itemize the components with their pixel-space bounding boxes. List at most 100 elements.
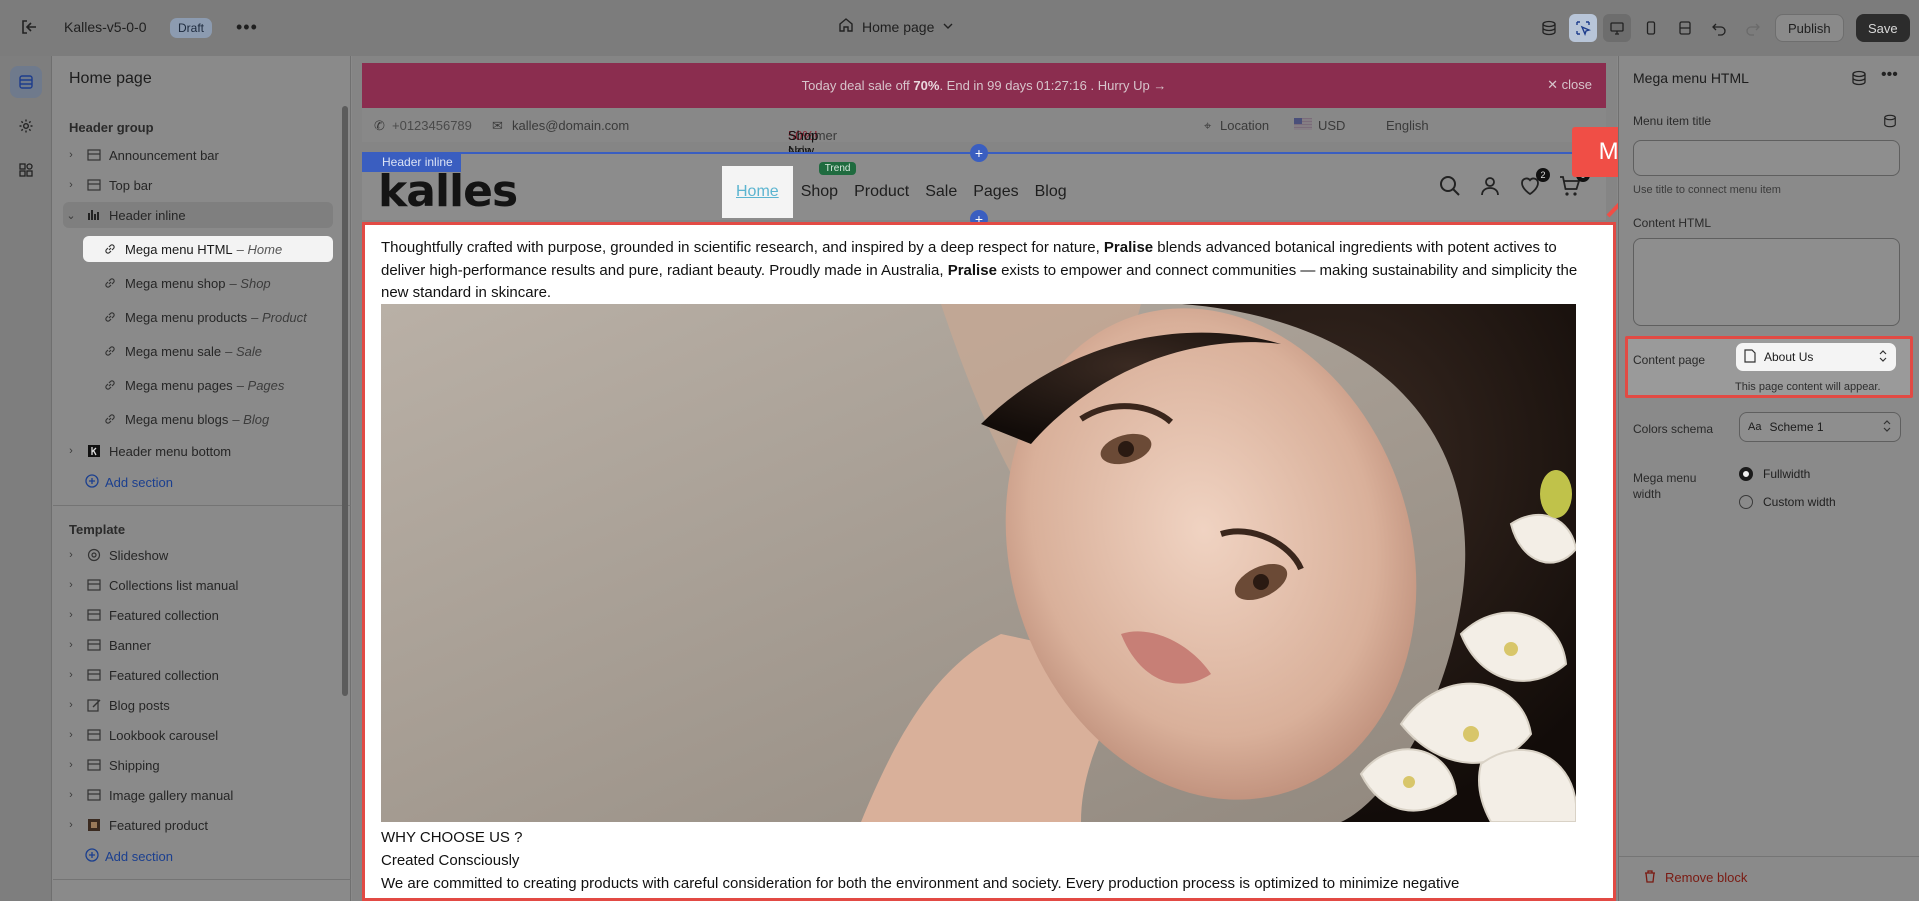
sidebar-item-mega-menu-sale[interactable]: Mega menu sale – Sale	[83, 338, 333, 364]
phone-icon: ✆	[374, 118, 385, 133]
sidebar-scrollbar[interactable]	[342, 106, 348, 696]
more-actions-icon[interactable]: •••	[236, 17, 258, 38]
sidebar-item-lookbook-carousel[interactable]: › Lookbook carousel	[63, 722, 333, 748]
add-section-link[interactable]: Add section	[85, 474, 173, 491]
chevron-right-icon[interactable]: ›	[63, 179, 79, 191]
save-button[interactable]: Save	[1856, 14, 1910, 42]
sidebar-item-featured-product[interactable]: › Featured product	[63, 812, 333, 838]
content-page-select[interactable]: About Us	[1735, 342, 1897, 372]
chevron-right-icon[interactable]: ›	[63, 789, 79, 801]
chevron-right-icon[interactable]: ›	[63, 669, 79, 681]
product-icon	[85, 818, 103, 832]
sidebar-item-top-bar[interactable]: › Top bar	[63, 172, 333, 198]
chevron-down-icon[interactable]: ⌄	[63, 209, 79, 222]
sidebar-item-featured-collection-2[interactable]: › Featured collection	[63, 662, 333, 688]
chevron-right-icon[interactable]: ›	[63, 149, 79, 161]
chevron-right-icon[interactable]: ›	[63, 609, 79, 621]
sidebar-item-announcement-bar[interactable]: › Announcement bar	[63, 142, 333, 168]
nav-item-product[interactable]: Product	[846, 166, 917, 218]
sidebar-item-header-inline[interactable]: ⌄ Header inline	[63, 202, 333, 228]
cart-icon[interactable]: 0	[1558, 168, 1590, 201]
sidebar-item-collections-list-manual[interactable]: › Collections list manual	[63, 572, 333, 598]
chevron-right-icon[interactable]: ›	[63, 445, 79, 457]
link-icon	[101, 242, 119, 256]
chevron-right-icon[interactable]: ›	[63, 729, 79, 741]
fullscreen-icon[interactable]	[1671, 14, 1699, 42]
sidebar-item-header-menu-bottom[interactable]: › Header menu bottom	[63, 438, 333, 464]
database-icon[interactable]	[1851, 70, 1867, 89]
sidebar-item-blog-posts[interactable]: › Blog posts	[63, 692, 333, 718]
template-heading: Template	[69, 522, 126, 537]
page-icon	[1744, 348, 1756, 366]
remove-block-button[interactable]: Remove block	[1643, 869, 1747, 886]
sidebar-item-mega-menu-shop[interactable]: Mega menu shop – Shop	[83, 270, 333, 296]
email-address[interactable]: kalles@domain.com	[512, 118, 629, 133]
add-block-plus-icon[interactable]: +	[970, 144, 988, 162]
language-select[interactable]: English	[1386, 118, 1429, 133]
currency-select[interactable]: USD	[1318, 118, 1345, 133]
apps-icon[interactable]	[10, 154, 42, 186]
add-section-link[interactable]: Add section	[85, 848, 173, 865]
phone-number[interactable]: +0123456789	[392, 118, 472, 133]
search-icon[interactable]	[1438, 174, 1462, 201]
account-icon[interactable]	[1478, 174, 1502, 201]
desktop-view-icon[interactable]	[1603, 14, 1631, 42]
sidebar-item-featured-collection[interactable]: › Featured collection	[63, 602, 333, 628]
sidebar-item-mega-menu-html[interactable]: Mega menu HTML – Home	[83, 236, 333, 262]
draft-badge: Draft	[170, 18, 213, 38]
content-html-textarea[interactable]	[1633, 238, 1900, 326]
sidebar-item-shipping[interactable]: › Shipping	[63, 752, 333, 778]
nav-item-sale[interactable]: Sale	[917, 166, 965, 218]
chevron-down-icon	[942, 19, 954, 35]
radio-custom-width[interactable]: Custom width	[1739, 495, 1836, 509]
wishlist-icon[interactable]: 2	[1518, 168, 1550, 201]
link-icon	[101, 276, 119, 290]
sidebar-item-label: Mega menu blogs	[125, 411, 229, 427]
location-link[interactable]: Location	[1220, 118, 1269, 133]
chevron-right-icon[interactable]: ›	[63, 639, 79, 651]
content-page-value: About Us	[1764, 350, 1814, 364]
sidebar-item-label: Slideshow	[109, 547, 169, 563]
sidebar-item-mega-menu-blogs[interactable]: Mega menu blogs – Blog	[83, 406, 333, 432]
sidebar-item-image-gallery-manual[interactable]: › Image gallery manual	[63, 782, 333, 808]
chevron-right-icon[interactable]: ›	[63, 819, 79, 831]
database-icon[interactable]	[1535, 14, 1563, 42]
undo-icon[interactable]	[1705, 14, 1733, 42]
nav-item-home[interactable]: Home	[722, 166, 793, 218]
nav-item-blog[interactable]: Blog	[1027, 166, 1075, 218]
select-arrows-icon	[1882, 419, 1892, 435]
sidebar-item-mega-menu-pages[interactable]: Mega menu pages – Pages	[83, 372, 333, 398]
chevron-right-icon[interactable]: ›	[63, 549, 79, 561]
more-actions-icon[interactable]: •••	[1881, 66, 1898, 84]
sidebar-item-banner[interactable]: › Banner	[63, 632, 333, 658]
settings-gear-icon[interactable]	[10, 110, 42, 142]
announcement-close-button[interactable]: ✕ close	[1547, 77, 1592, 93]
nav-item-shop[interactable]: Trend Shop	[793, 162, 857, 218]
sections-icon[interactable]	[10, 66, 42, 98]
exit-icon[interactable]	[18, 16, 40, 38]
sidebar-item-slideshow[interactable]: › Slideshow	[63, 542, 333, 568]
page-selector[interactable]: Home page	[838, 17, 954, 36]
dynamic-source-icon[interactable]	[1883, 114, 1897, 131]
announcement-bar[interactable]: Today deal sale off 70%. End in 99 days …	[362, 63, 1606, 108]
publish-button[interactable]: Publish	[1775, 14, 1844, 42]
sidebar-item-label: Mega menu HTML	[125, 241, 233, 257]
sidebar-item-mega-menu-products[interactable]: Mega menu products – Product	[83, 304, 333, 330]
redo-icon[interactable]	[1739, 14, 1767, 42]
menu-item-title-input[interactable]	[1633, 140, 1900, 176]
chevron-right-icon[interactable]: ›	[63, 579, 79, 591]
inspector-icon[interactable]	[1569, 14, 1597, 42]
top-bar-preview: ✆ +0123456789 ✉ kalles@domain.com Summer…	[362, 108, 1606, 188]
radio-fullwidth[interactable]: Fullwidth	[1739, 467, 1810, 481]
store-logo[interactable]: kalles	[378, 166, 518, 217]
content-page-highlight: Content page About Us This page content …	[1625, 336, 1913, 398]
mobile-view-icon[interactable]	[1637, 14, 1665, 42]
layout-icon	[85, 608, 103, 622]
main-nav: Home Trend Shop Product Sale Pages Blog	[722, 162, 1075, 218]
colors-schema-select[interactable]: Aa Scheme 1	[1739, 412, 1901, 442]
chevron-right-icon[interactable]: ›	[63, 699, 79, 711]
chevron-right-icon[interactable]: ›	[63, 759, 79, 771]
layout-icon	[85, 178, 103, 192]
sidebar-item-sub: – Pages	[236, 377, 285, 393]
mail-icon: ✉	[492, 118, 503, 133]
